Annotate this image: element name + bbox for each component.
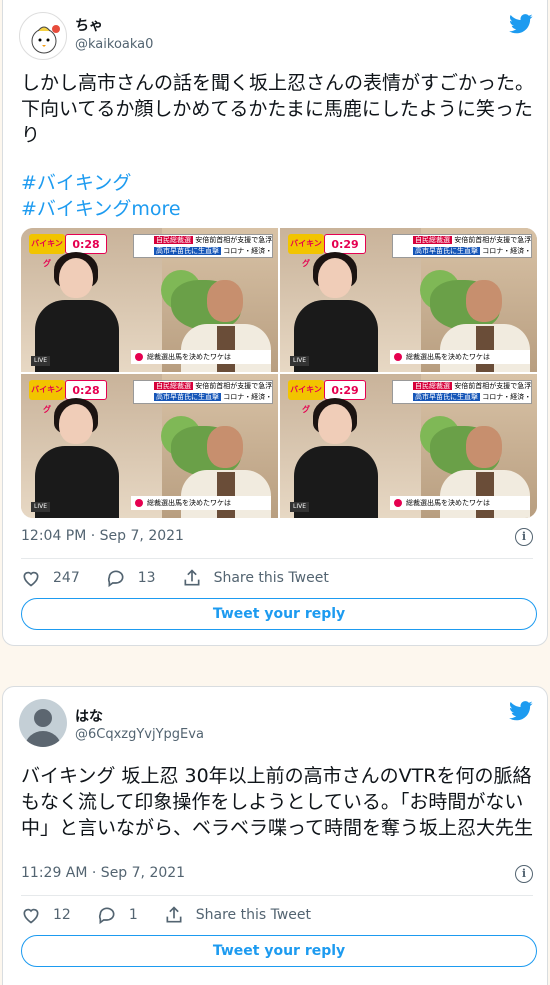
hashtag-link[interactable]: #バイキング <box>21 168 131 195</box>
like-count: 247 <box>53 570 80 586</box>
reply-count: 1 <box>128 907 138 923</box>
tweet-your-reply-button[interactable]: Tweet your reply <box>21 935 537 967</box>
share-icon <box>166 906 182 923</box>
tweet-your-reply-button[interactable]: Tweet your reply <box>21 598 537 630</box>
video-frame[interactable]: バイキング 0:29 自民総裁選 安倍前首相が支援で急浮上 高市早苗氏に生直撃 コ… <box>280 228 537 372</box>
news-caption: 総裁選出馬を決めたワケは <box>390 496 530 510</box>
show-logo: バイキング <box>288 380 324 414</box>
share-label: Share this Tweet <box>213 570 329 586</box>
tweet-timestamp[interactable]: 12:04 PM · Sep 7, 2021 <box>21 528 184 544</box>
user-handle[interactable]: @6CqxzgYvjYpgEva <box>75 727 204 742</box>
avatar[interactable] <box>19 12 67 60</box>
clock-badge: 0:28 <box>65 234 107 254</box>
video-frame[interactable]: バイキング 0:28 自民総裁選 安倍前首相が支援で急浮上 高市早苗氏に生直撃 コ… <box>21 374 278 518</box>
share-button[interactable]: Share this Tweet <box>182 568 329 588</box>
news-topbar: 自民総裁選 安倍前首相が支援で急浮上高市早苗氏に生直撃 コロナ・経済・女性総裁 <box>392 234 532 258</box>
live-badge: LIVE <box>31 502 51 512</box>
live-badge: LIVE <box>290 356 310 366</box>
reply-bubble-icon <box>98 907 115 925</box>
share-label: Share this Tweet <box>195 907 311 923</box>
reply-bubble-icon <box>107 570 124 588</box>
like-count: 12 <box>53 907 71 923</box>
twitter-bird-icon[interactable] <box>509 701 533 721</box>
live-badge: LIVE <box>290 502 310 512</box>
tweet-card: はな @6CqxzgYvjYpgEva バイキング 坂上忍 30年以上前の高市さ… <box>2 686 548 985</box>
like-button[interactable]: 12 <box>21 905 71 925</box>
divider <box>21 558 533 559</box>
divider <box>21 895 533 896</box>
reply-button[interactable]: 1 <box>97 905 138 925</box>
media-grid[interactable]: バイキング 0:28 自民総裁選 安倍前首相が支援で急浮上 高市早苗氏に生直撃 コ… <box>21 228 537 518</box>
show-logo: バイキング <box>288 234 324 268</box>
user-handle[interactable]: @kaikoaka0 <box>75 37 153 52</box>
video-frame[interactable]: バイキング 0:29 自民総裁選 安倍前首相が支援で急浮上 高市早苗氏に生直撃 コ… <box>280 374 537 518</box>
tweet-actions: 247 13 Share this Tweet <box>21 566 355 590</box>
info-icon[interactable]: i <box>515 865 533 883</box>
news-caption: 総裁選出馬を決めたワケは <box>131 350 271 364</box>
hashtag-link[interactable]: #バイキングmore <box>21 194 181 221</box>
like-button[interactable]: 247 <box>21 568 80 588</box>
share-button[interactable]: Share this Tweet <box>164 905 311 925</box>
video-frame[interactable]: バイキング 0:28 自民総裁選 安倍前首相が支援で急浮上 高市早苗氏に生直撃 コ… <box>21 228 278 372</box>
heart-icon <box>23 908 39 924</box>
news-caption: 総裁選出馬を決めたワケは <box>131 496 271 510</box>
news-topbar: 自民総裁選 安倍前首相が支援で急浮上高市早苗氏に生直撃 コロナ・経済・女性総裁 <box>133 380 273 404</box>
share-icon <box>184 569 200 586</box>
tweet-card: ちゃ @kaikoaka0 しかし高市さんの話を聞く坂上忍さんの表情がすごかった… <box>2 0 548 646</box>
tweet-text: バイキング 坂上忍 30年以上前の高市さんのVTRを何の脈絡もなく流して印象操作… <box>21 765 534 839</box>
tweet-timestamp[interactable]: 11:29 AM · Sep 7, 2021 <box>21 865 185 881</box>
avatar[interactable] <box>19 699 67 747</box>
news-topbar: 自民総裁選 安倍前首相が支援で急浮上高市早苗氏に生直撃 コロナ・経済・女性総裁 <box>392 380 532 404</box>
clock-badge: 0:29 <box>324 380 366 400</box>
clock-badge: 0:28 <box>65 380 107 400</box>
twitter-bird-icon[interactable] <box>509 14 533 34</box>
live-badge: LIVE <box>31 356 51 366</box>
show-logo: バイキング <box>29 380 65 414</box>
tweet-actions: 12 1 Share this Tweet <box>21 903 337 927</box>
display-name[interactable]: はな <box>75 706 103 726</box>
heart-icon <box>23 571 39 587</box>
clock-badge: 0:29 <box>324 234 366 254</box>
show-logo: バイキング <box>29 234 65 268</box>
reply-count: 13 <box>137 570 156 586</box>
news-caption: 総裁選出馬を決めたワケは <box>390 350 530 364</box>
tweet-text: しかし高市さんの話を聞く坂上忍さんの表情がすごかった。下向いてるか顔しかめてるか… <box>21 72 535 146</box>
reply-button[interactable]: 13 <box>106 568 156 588</box>
display-name[interactable]: ちゃ <box>75 15 103 35</box>
info-icon[interactable]: i <box>515 528 533 546</box>
news-topbar: 自民総裁選 安倍前首相が支援で急浮上高市早苗氏に生直撃 コロナ・経済・女性総裁 <box>133 234 273 258</box>
